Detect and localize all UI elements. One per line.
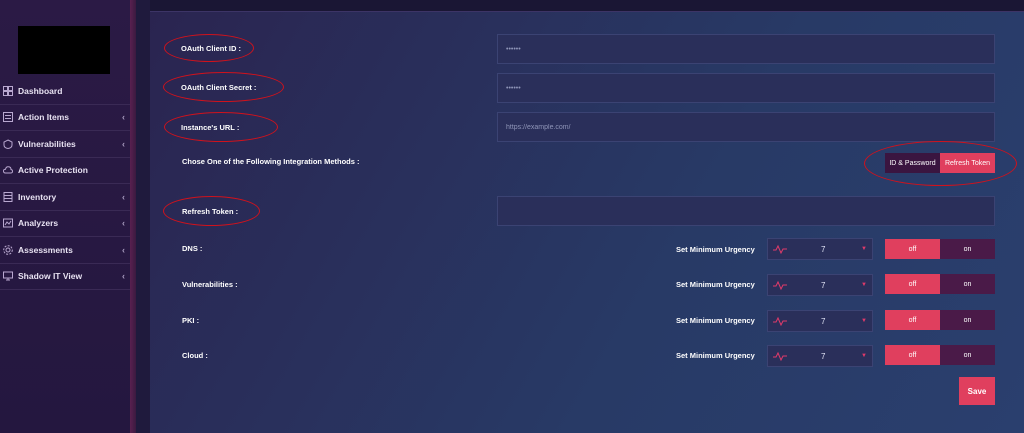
- pki-label: PKI :: [182, 316, 200, 325]
- vulnerabilities-off-option[interactable]: off: [885, 274, 940, 294]
- integration-method-label: Chose One of the Following Integration M…: [182, 157, 360, 166]
- sidebar-item-label: Analyzers: [18, 218, 59, 229]
- integration-method-toggle: ID & Password Refresh Token: [885, 153, 995, 173]
- dns-urgency-select[interactable]: 7 ▼: [767, 238, 873, 260]
- analyzers-icon: [2, 217, 14, 229]
- refresh-token-label: Refresh Token :: [182, 207, 239, 216]
- pki-on-off-toggle: off on: [885, 310, 995, 330]
- assessments-icon: [2, 244, 14, 256]
- sidebar: Dashboard Action Items ‹ Vulnerabilities…: [0, 0, 130, 433]
- instance-url-input[interactable]: [497, 112, 995, 142]
- main-topbar: [150, 0, 1024, 12]
- cloud-urgency-select[interactable]: 7 ▼: [767, 345, 873, 367]
- client-id-input[interactable]: [497, 34, 995, 64]
- chevron-left-icon: ‹: [122, 138, 125, 149]
- pki-urgency-select[interactable]: 7 ▼: [767, 310, 873, 332]
- sidebar-item-analyzers[interactable]: Analyzers ‹: [0, 211, 130, 237]
- chevron-left-icon: ‹: [122, 244, 125, 255]
- sidebar-item-active-protection[interactable]: Active Protection: [0, 158, 130, 184]
- vulnerabilities-on-off-toggle: off on: [885, 274, 995, 294]
- action-items-icon: [2, 111, 14, 123]
- logo: [18, 26, 110, 74]
- caret-down-icon: ▼: [861, 246, 867, 252]
- pki-on-option[interactable]: on: [940, 310, 995, 330]
- save-button[interactable]: Save: [959, 377, 995, 405]
- sidebar-item-action-items[interactable]: Action Items ‹: [0, 105, 130, 131]
- caret-down-icon: ▼: [861, 318, 867, 324]
- client-secret-label: OAuth Client Secret :: [181, 83, 257, 92]
- sidebar-item-label: Shadow IT View: [18, 271, 83, 282]
- inventory-icon: [2, 191, 14, 203]
- chevron-left-icon: ‹: [122, 112, 125, 123]
- dns-on-option[interactable]: on: [940, 239, 995, 259]
- cloud-label: Cloud :: [182, 351, 208, 360]
- sidebar-item-label: Action Items: [18, 112, 70, 123]
- client-secret-input[interactable]: [497, 73, 995, 103]
- sidebar-item-label: Active Protection: [18, 165, 88, 176]
- set-minimum-urgency-label: Set Minimum Urgency: [676, 351, 755, 360]
- sidebar-nav: Dashboard Action Items ‹ Vulnerabilities…: [0, 78, 130, 290]
- set-minimum-urgency-label: Set Minimum Urgency: [676, 245, 755, 254]
- sidebar-item-dashboard[interactable]: Dashboard: [0, 78, 130, 105]
- caret-down-icon: ▼: [861, 282, 867, 288]
- vulnerabilities-label: Vulnerabilities :: [182, 280, 238, 289]
- method-id-password-option[interactable]: ID & Password: [885, 153, 940, 173]
- refresh-token-input[interactable]: [497, 196, 995, 226]
- cloud-icon: [2, 164, 14, 176]
- set-minimum-urgency-label: Set Minimum Urgency: [676, 316, 755, 325]
- dns-off-option[interactable]: off: [885, 239, 940, 259]
- dashboard-icon: [2, 85, 14, 97]
- set-minimum-urgency-label: Set Minimum Urgency: [676, 280, 755, 289]
- vulnerabilities-on-option[interactable]: on: [940, 274, 995, 294]
- sidebar-item-label: Dashboard: [18, 85, 63, 96]
- chevron-left-icon: ‹: [122, 271, 125, 282]
- chevron-left-icon: ‹: [122, 218, 125, 229]
- pulse-icon: [773, 280, 787, 290]
- vulnerabilities-icon: [2, 138, 14, 150]
- sidebar-item-inventory[interactable]: Inventory ‹: [0, 184, 130, 211]
- sidebar-item-shadow-it-view[interactable]: Shadow IT View ‹: [0, 264, 130, 290]
- vulnerabilities-urgency-select[interactable]: 7 ▼: [767, 274, 873, 296]
- sidebar-divider: [130, 0, 136, 433]
- sidebar-item-assessments[interactable]: Assessments ‹: [0, 237, 130, 264]
- urgency-value: 7: [821, 316, 826, 326]
- cloud-off-option[interactable]: off: [885, 345, 940, 365]
- dns-on-off-toggle: off on: [885, 239, 995, 259]
- method-refresh-token-option[interactable]: Refresh Token: [940, 153, 995, 173]
- sidebar-item-vulnerabilities[interactable]: Vulnerabilities ‹: [0, 131, 130, 158]
- urgency-value: 7: [821, 244, 826, 254]
- cloud-on-option[interactable]: on: [940, 345, 995, 365]
- pki-off-option[interactable]: off: [885, 310, 940, 330]
- pulse-icon: [773, 244, 787, 254]
- pulse-icon: [773, 316, 787, 326]
- caret-down-icon: ▼: [861, 353, 867, 359]
- urgency-value: 7: [821, 280, 826, 290]
- dns-label: DNS :: [182, 244, 203, 253]
- shadow-it-icon: [2, 270, 14, 282]
- instance-url-label: Instance's URL :: [181, 123, 240, 132]
- client-id-label: OAuth Client ID :: [181, 44, 241, 53]
- sidebar-item-label: Vulnerabilities: [18, 138, 76, 149]
- cloud-on-off-toggle: off on: [885, 345, 995, 365]
- urgency-value: 7: [821, 351, 826, 361]
- sidebar-item-label: Assessments: [18, 244, 73, 255]
- sidebar-item-label: Inventory: [18, 191, 57, 202]
- pulse-icon: [773, 351, 787, 361]
- chevron-left-icon: ‹: [122, 191, 125, 202]
